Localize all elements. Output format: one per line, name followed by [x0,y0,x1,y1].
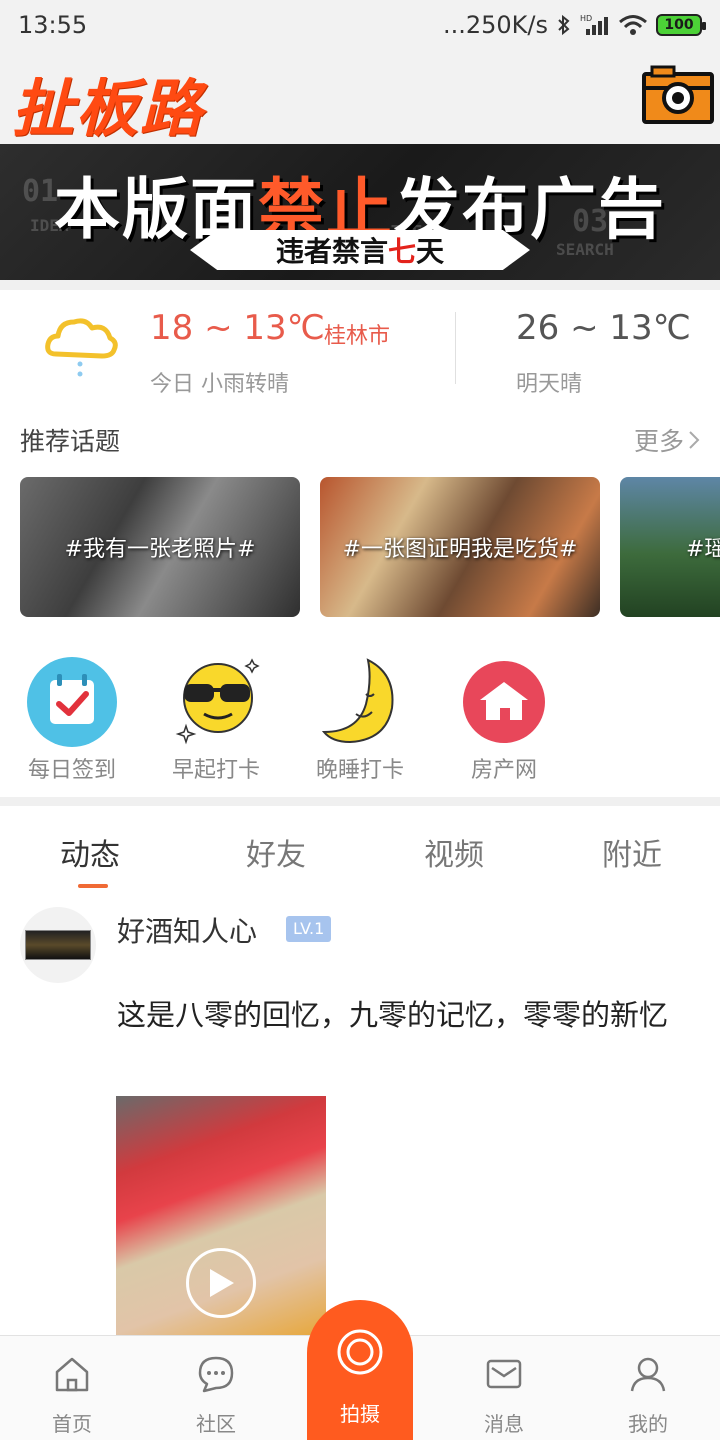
tomorrow-temperature: 26 ~ 13℃ [516,308,691,348]
app-header: 扯板路 [0,50,720,145]
play-icon[interactable] [186,1248,256,1318]
tab-indicator [78,884,108,888]
nav-profile[interactable]: 我的 [588,1336,708,1440]
post-username[interactable]: 好酒知人心 [117,910,257,950]
topics-more-link[interactable]: 更多 [634,422,700,458]
topic-card-label: #一张图证明我是吃货# [342,537,578,562]
shortcut-daily-checkin[interactable]: 每日签到 [7,656,137,786]
calendar-check-icon-wrap [26,656,118,748]
nav-label: 首页 [52,1412,92,1436]
house-icon [463,661,545,743]
weather-card[interactable]: 18 ~ 13℃ 桂林市 今日 小雨转晴 26 ~ 13℃ 明天晴 [0,290,720,408]
topic-card[interactable]: #瑶 [620,477,720,617]
camera-icon[interactable] [642,64,714,124]
city-name: 桂林市 [324,324,391,349]
wifi-icon [619,15,647,35]
topics-title: 推荐话题 [20,427,121,456]
shortcut-label: 每日签到 [27,758,116,783]
shortcut-late-sleep[interactable]: 晚睡打卡 [295,656,425,786]
shortcut-early-rise[interactable]: 早起打卡 [151,656,281,786]
tab-friends[interactable]: 好友 [246,830,306,874]
nav-label: 消息 [484,1412,524,1436]
signal-icon: HD [580,14,608,35]
today-temperature: 18 ~ 13℃ [150,308,325,348]
today-description: 今日 小雨转晴 [150,372,289,397]
tab-video[interactable]: 视频 [424,830,484,874]
tab-nearby[interactable]: 附近 [602,830,662,874]
status-icons: ...250K/s HD 100 [442,11,706,39]
topic-card-label: #瑶 [686,537,720,562]
nav-community[interactable]: 社区 [156,1336,276,1440]
nav-label: 拍摄 [340,1402,380,1426]
topic-card[interactable]: #一张图证明我是吃货# [320,477,600,617]
tomorrow-description: 明天晴 [516,372,583,397]
user-icon [630,1357,666,1392]
avatar-image [25,930,91,960]
moon-icon-wrap [314,656,406,748]
topic-card-label: #我有一张老照片# [64,537,256,562]
rain-cloud-icon [45,318,118,377]
banner-subtitle-highlight: 七 [387,235,416,268]
nav-home[interactable]: 首页 [12,1336,132,1440]
feed-tabs: 动态 好友 视频 附近 [0,806,720,892]
section-divider [0,797,720,806]
moon-icon [321,658,394,744]
chat-bubble-icon [198,1356,234,1393]
mail-icon [486,1359,522,1389]
banner-subtitle: 违者禁言七天 [190,230,530,270]
battery-icon: 100 [656,14,706,36]
svg-text:HD: HD [580,14,592,23]
bluetooth-icon [558,14,570,36]
weather-divider [455,312,456,384]
network-speed: ...250K/s [442,11,548,39]
play-triangle-icon [210,1269,234,1297]
ad-banner[interactable]: 01 IDEA IDEA 03 SEARCH 本版面禁止发布广告 违者禁言七天 [0,144,720,280]
app-logo: 扯板路 [12,72,205,145]
home-icon [55,1357,89,1392]
sunglasses-smiley-icon-wrap [170,656,262,748]
avatar[interactable] [20,907,96,983]
post-video-thumbnail[interactable] [116,1096,326,1336]
shortcut-label: 房产网 [470,758,537,783]
calendar-check-icon [27,657,117,747]
nav-shoot-button[interactable]: 拍摄 [307,1300,413,1440]
status-time: 13:55 [18,11,88,39]
nav-label: 社区 [196,1412,236,1436]
record-icon [337,1329,383,1375]
house-icon-wrap [458,656,550,748]
nav-messages[interactable]: 消息 [444,1336,564,1440]
topics-more-label: 更多 [633,427,684,456]
shortcut-label: 晚睡打卡 [315,758,404,783]
level-badge: LV.1 [286,916,332,942]
sunglasses-smiley-icon [175,658,260,745]
banner-subtitle-post: 天 [416,235,445,268]
banner-subtitle-pre: 违者禁言 [275,235,388,268]
chevron-right-icon [689,431,700,449]
topics-header: 推荐话题 更多 [20,420,700,460]
topic-card[interactable]: #我有一张老照片# [20,477,300,617]
section-divider [0,280,720,290]
tab-dynamic[interactable]: 动态 [60,830,120,874]
nav-label: 我的 [628,1412,668,1436]
shortcut-label: 早起打卡 [171,758,260,783]
status-bar: 13:55 ...250K/s HD 100 [0,0,720,50]
shortcut-real-estate[interactable]: 房产网 [439,656,569,786]
post-text[interactable]: 这是八零的回忆，九零的记忆，零零的新忆 [117,994,697,1036]
